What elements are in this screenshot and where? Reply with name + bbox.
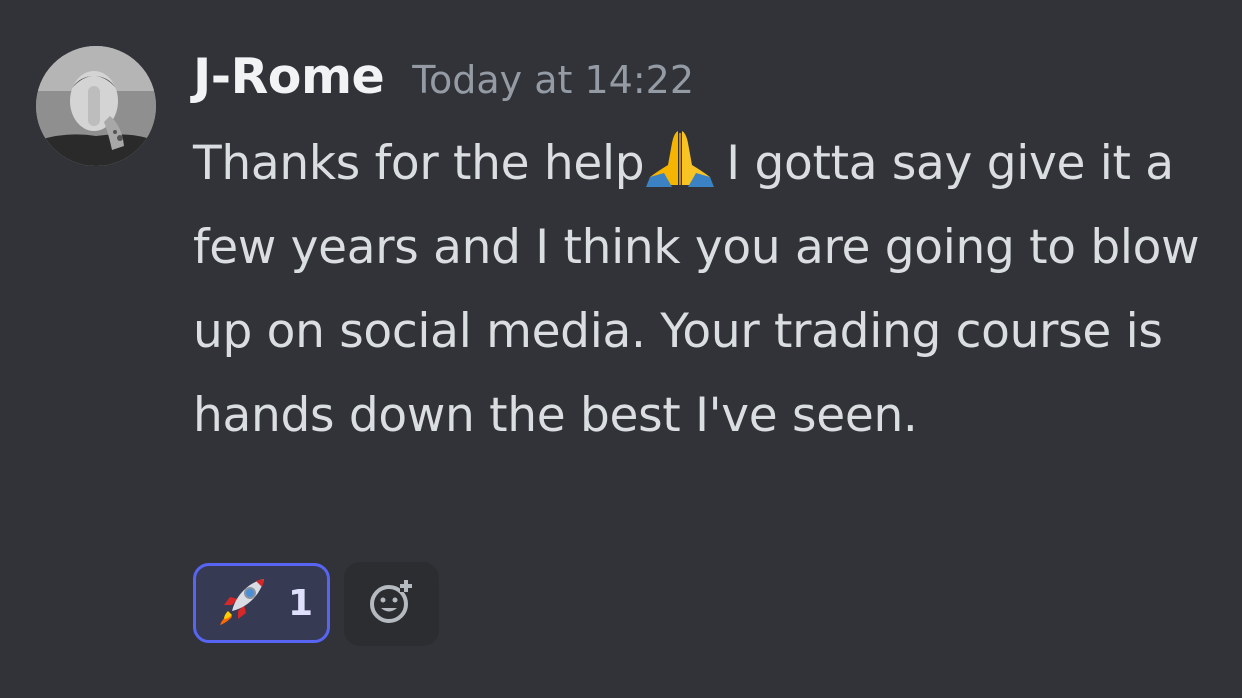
add-reaction-button[interactable] <box>344 562 439 646</box>
message-text-part1: Thanks for the help <box>193 136 645 191</box>
reactions-bar: 1 <box>193 562 439 646</box>
username[interactable]: J-Rome <box>193 48 385 105</box>
folded-hands-icon <box>644 127 716 187</box>
message-content: J-Rome Today at 14:22 Thanks for the hel… <box>193 48 1223 458</box>
chat-message: J-Rome Today at 14:22 Thanks for the hel… <box>0 0 1242 698</box>
message-text: Thanks for the help I gotta say give it … <box>193 122 1223 458</box>
reaction-count: 1 <box>288 582 314 624</box>
rocket-icon <box>216 575 268 631</box>
message-header: J-Rome Today at 14:22 <box>193 48 1223 112</box>
reaction-rocket[interactable]: 1 <box>193 563 330 643</box>
timestamp: Today at 14:22 <box>412 58 695 102</box>
avatar[interactable] <box>36 46 156 166</box>
add-reaction-icon <box>368 578 416 630</box>
